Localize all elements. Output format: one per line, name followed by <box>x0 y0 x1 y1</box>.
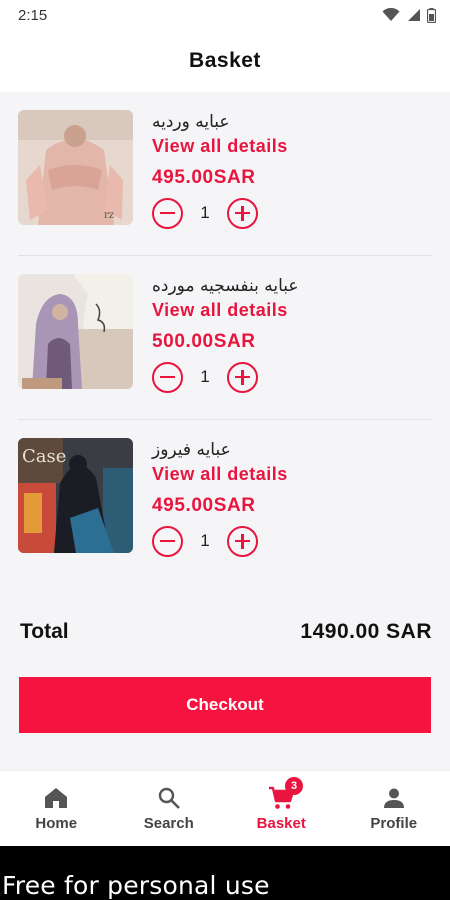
product-image[interactable] <box>18 274 133 389</box>
view-details-link[interactable]: View all details <box>152 464 288 485</box>
nav-profile-label: Profile <box>370 815 418 832</box>
product-price: 500.00SAR <box>152 331 256 352</box>
nav-search-label: Search <box>143 815 194 832</box>
total-value: 1490.00 SAR <box>300 620 432 643</box>
total-label: Total <box>20 620 69 643</box>
svg-text:Case: Case <box>22 446 66 467</box>
svg-text:rz: rz <box>104 210 114 221</box>
nav-home-label: Home <box>35 815 78 832</box>
status-bar: 2:15 <box>0 0 450 30</box>
cart-count-badge: 3 <box>285 777 303 795</box>
basket-item: Case عبايه فيروز View all details 495.00… <box>0 420 450 584</box>
decrease-quantity-button[interactable] <box>152 197 183 229</box>
basket-item: rz عبايه ورديه View all details 495.00SA… <box>0 92 450 256</box>
total-row: Total 1490.00 SAR <box>20 620 432 644</box>
product-price: 495.00SAR <box>152 167 256 188</box>
nav-search[interactable]: Search <box>113 771 226 846</box>
watermark-text: Free for personal use <box>2 871 270 900</box>
product-name: عبايه ورديه <box>152 112 230 132</box>
person-icon <box>381 785 407 811</box>
status-icons <box>382 7 436 23</box>
checkout-button[interactable]: Checkout <box>19 677 431 733</box>
signal-icon <box>408 9 420 21</box>
view-details-link[interactable]: View all details <box>152 300 288 321</box>
decrease-quantity-button[interactable] <box>152 361 183 393</box>
quantity-stepper: 1 <box>152 525 258 557</box>
bottom-nav: Home Search 3 Basket Profile <box>0 770 450 846</box>
increase-quantity-button[interactable] <box>227 525 258 557</box>
decrease-quantity-button[interactable] <box>152 525 183 557</box>
search-icon <box>156 785 182 811</box>
wifi-icon <box>382 8 400 21</box>
battery-icon <box>427 7 436 23</box>
nav-home[interactable]: Home <box>0 771 113 846</box>
home-icon <box>43 785 69 811</box>
quantity-value: 1 <box>200 203 210 222</box>
product-name: عبايه بنفسجيه مورده <box>152 276 299 296</box>
product-image[interactable]: Case <box>18 438 133 553</box>
minus-icon <box>160 375 175 379</box>
page-title: Basket <box>189 49 261 72</box>
quantity-stepper: 1 <box>152 197 258 229</box>
status-time: 2:15 <box>18 6 48 24</box>
quantity-value: 1 <box>200 367 210 386</box>
watermark-bar: Free for personal use <box>0 846 450 900</box>
quantity-value: 1 <box>200 531 210 550</box>
view-details-link[interactable]: View all details <box>152 136 288 157</box>
product-name: عبايه فيروز <box>152 440 231 460</box>
minus-icon <box>160 211 175 215</box>
increase-quantity-button[interactable] <box>227 197 258 229</box>
quantity-stepper: 1 <box>152 361 258 393</box>
nav-basket-label: Basket <box>256 815 306 832</box>
product-price: 495.00SAR <box>152 495 256 516</box>
basket-item: عبايه بنفسجيه مورده View all details 500… <box>0 256 450 420</box>
product-image[interactable]: rz <box>18 110 133 225</box>
minus-icon <box>160 539 175 543</box>
nav-basket[interactable]: 3 Basket <box>225 771 338 846</box>
nav-profile[interactable]: Profile <box>338 771 450 846</box>
increase-quantity-button[interactable] <box>227 361 258 393</box>
app-header: Basket <box>0 30 450 92</box>
